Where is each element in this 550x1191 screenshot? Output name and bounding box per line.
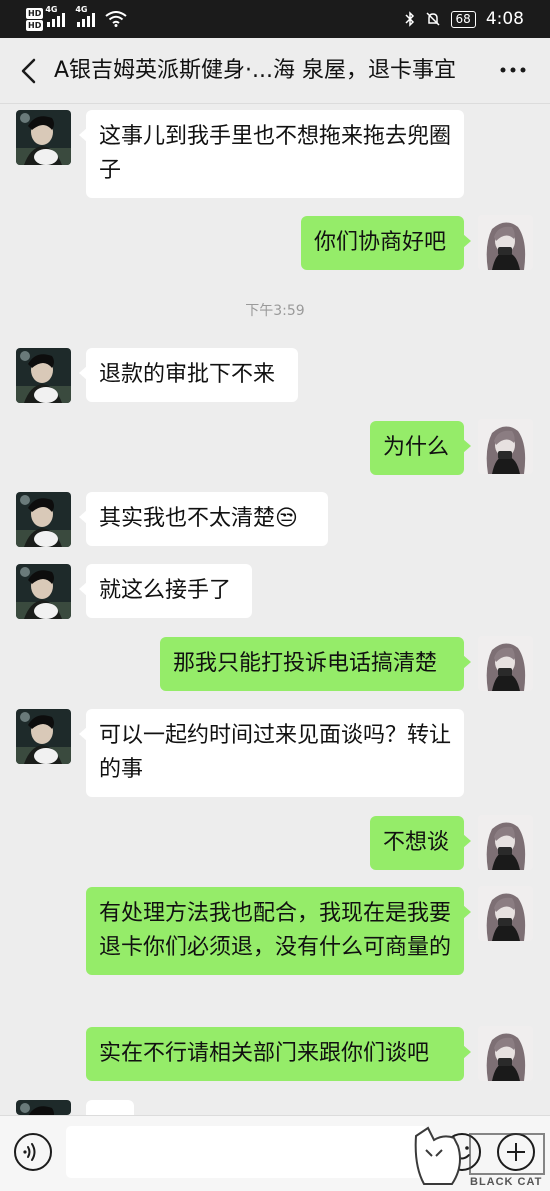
more-dots-icon[interactable] <box>498 58 528 82</box>
message-bubble-received[interactable]: 退款的审批下不来 <box>79 348 298 402</box>
user-avatar[interactable] <box>478 215 533 270</box>
message-bubble-sent[interactable]: 那我只能打投诉电话搞清楚 <box>160 637 471 691</box>
message-bubble-received[interactable]: 这事儿到我手里也不想拖来拖去兜圈子 <box>79 110 464 198</box>
voice-button[interactable] <box>14 1133 52 1171</box>
wifi-icon <box>105 11 127 27</box>
hd-badges: HD HD <box>26 7 44 31</box>
status-left: HD HD 4G 4G <box>26 4 127 34</box>
user-avatar[interactable] <box>478 419 533 474</box>
user-avatar[interactable] <box>478 815 533 870</box>
status-right: 68 4:08 <box>405 4 524 34</box>
message-input[interactable] <box>66 1126 428 1178</box>
contact-avatar[interactable] <box>16 348 71 403</box>
message-bubble-sent[interactable]: 为什么 <box>370 421 471 475</box>
chat-header: A银吉姆英派斯健身·...海 泉屋，退卡事宜 <box>0 38 550 104</box>
contact-avatar[interactable] <box>16 1100 71 1115</box>
signal-label: 4G <box>75 5 88 14</box>
signal-icon: 4G <box>45 5 66 27</box>
user-avatar[interactable] <box>478 886 533 941</box>
chevron-left-icon[interactable] <box>14 54 44 88</box>
message-bubble-sent[interactable]: 实在不行请相关部门来跟你们谈吧 <box>86 1027 471 1081</box>
signal-label: 4G <box>45 5 58 14</box>
message-bubble-sent[interactable]: 你们协商好吧 <box>301 216 471 270</box>
clock: 4:08 <box>485 9 524 29</box>
battery-indicator: 68 <box>450 10 476 28</box>
watermark-text: BLACK CAT <box>470 1176 543 1188</box>
bluetooth-icon <box>405 11 414 27</box>
contact-avatar[interactable] <box>16 492 71 547</box>
status-bar: HD HD 4G 4G 68 4:08 <box>0 0 550 38</box>
chat-title: A银吉姆英派斯健身·...海 泉屋，退卡事宜 <box>54 58 457 83</box>
mute-bell-icon <box>426 12 440 26</box>
message-timestamp: 下午3:59 <box>245 303 305 319</box>
voice-icon <box>23 1143 36 1161</box>
contact-avatar[interactable] <box>16 564 71 619</box>
signal-icon: 4G <box>75 5 96 27</box>
contact-avatar[interactable] <box>16 110 71 165</box>
hd-badge: HD <box>26 19 44 31</box>
hd-badge: HD <box>26 7 44 19</box>
message-bubble-received <box>86 1100 134 1115</box>
user-avatar[interactable] <box>478 1026 533 1081</box>
message-bubble-sent[interactable]: 有处理方法我也配合，我现在是我要退卡你们必须退，没有什么可商量的 <box>86 887 471 975</box>
contact-avatar[interactable] <box>16 709 71 764</box>
message-bubble-received[interactable]: 可以一起约时间过来见面谈吗？转让的事 <box>79 709 464 797</box>
message-bubble-received[interactable]: 就这么接手了 <box>79 564 252 618</box>
user-avatar[interactable] <box>478 636 533 691</box>
message-bubble-received[interactable]: 其实我也不太清楚😒 <box>79 492 328 546</box>
message-bubble-sent[interactable]: 不想谈 <box>370 816 471 870</box>
